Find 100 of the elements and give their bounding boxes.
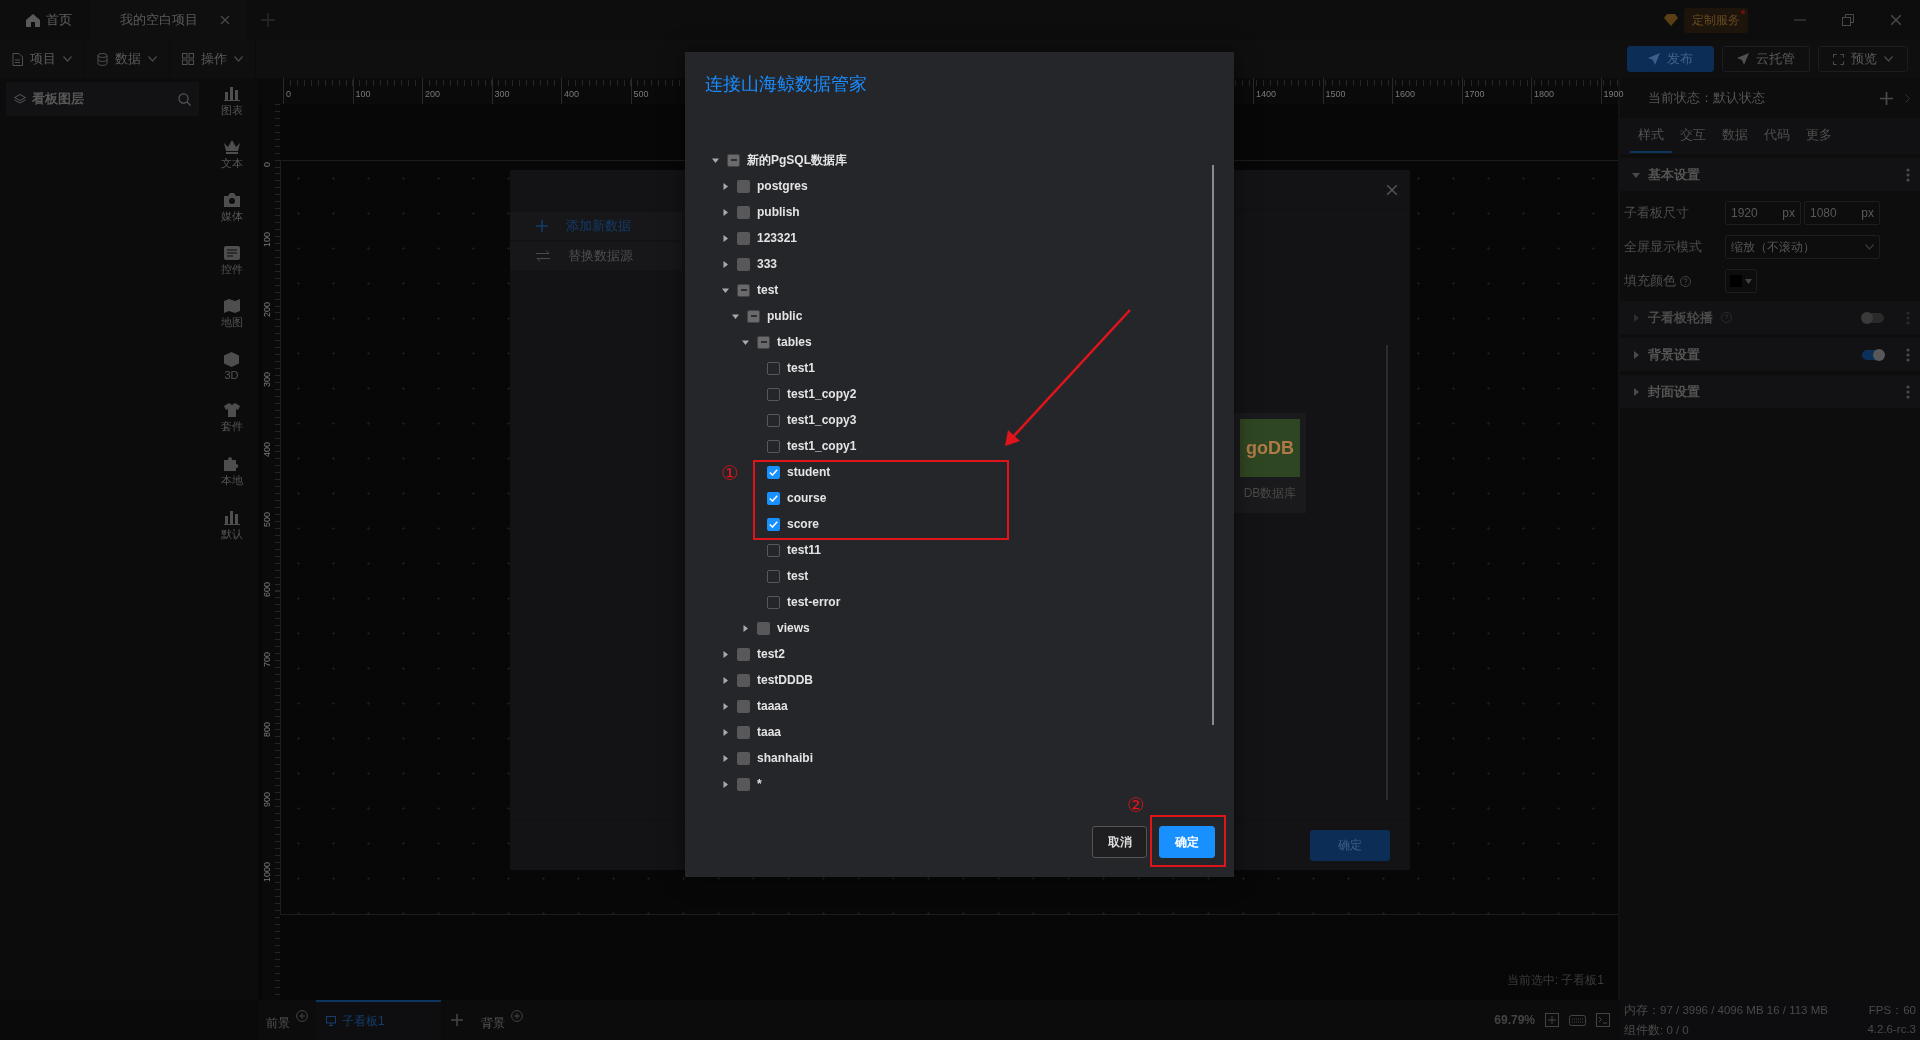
tab[interactable]: 数据 (1714, 118, 1756, 153)
more-options-icon[interactable] (1906, 167, 1910, 182)
checkbox[interactable] (737, 777, 750, 791)
caret-icon[interactable] (741, 338, 749, 346)
tree-item-label[interactable]: taaaa (757, 699, 788, 713)
tab[interactable]: 样式 (1630, 118, 1672, 153)
tree-item-label[interactable]: 新的PgSQL数据库 (747, 151, 847, 169)
tab[interactable]: 交互 (1672, 118, 1714, 153)
section-header[interactable]: 背景设置 (1620, 338, 1920, 371)
service-badge[interactable]: 定制服务 (1684, 7, 1748, 33)
section-header[interactable]: 封面设置 (1620, 375, 1920, 408)
terminal-icon[interactable] (1596, 1013, 1610, 1027)
caret-icon[interactable] (721, 182, 729, 190)
tree-item-label[interactable]: test11 (787, 543, 822, 557)
checkbox[interactable] (727, 153, 740, 167)
tree-item-label[interactable]: test (787, 569, 809, 583)
checkbox[interactable] (737, 283, 750, 297)
checkbox[interactable] (767, 595, 780, 609)
cancel-button[interactable]: 取消 (1092, 826, 1147, 858)
checkbox[interactable] (757, 621, 770, 635)
tree-item-label[interactable]: test1 (787, 361, 815, 375)
color-picker[interactable] (1725, 269, 1757, 293)
checkbox[interactable] (767, 387, 780, 401)
tree-item-label[interactable]: student (787, 465, 831, 479)
tree-item-label[interactable]: test-error (787, 595, 841, 609)
caret-icon[interactable] (721, 728, 729, 736)
tree-item-label[interactable]: 333 (757, 257, 778, 271)
component-category[interactable]: 3D (224, 352, 239, 381)
caret-icon[interactable] (721, 260, 729, 268)
fit-screen-icon[interactable] (1545, 1013, 1559, 1027)
caret-icon[interactable] (721, 286, 729, 294)
tree-item-label[interactable]: postgres (757, 179, 808, 193)
scrollbar[interactable] (1212, 165, 1214, 725)
preview-button[interactable]: 预览 (1818, 46, 1908, 72)
tree-item-label[interactable]: course (787, 491, 827, 505)
toggle-switch[interactable] (1862, 349, 1884, 360)
close-icon[interactable] (1890, 14, 1902, 26)
add-circle-icon[interactable] (296, 1010, 308, 1022)
tree-item-label[interactable]: test1_copy3 (787, 413, 857, 427)
tab[interactable]: 更多 (1798, 118, 1840, 153)
caret-icon[interactable] (721, 208, 729, 216)
tree-item-label[interactable]: tables (777, 335, 812, 349)
tree-item-label[interactable]: taaa (757, 725, 782, 739)
caret-icon[interactable] (721, 650, 729, 658)
caret-icon[interactable] (741, 624, 749, 632)
cloud-hosting-button[interactable]: 云托管 (1722, 46, 1810, 72)
checkbox[interactable] (767, 517, 780, 531)
component-category[interactable]: 本地 (220, 456, 243, 488)
checkbox[interactable] (737, 647, 750, 661)
tree-item-label[interactable]: score (787, 517, 820, 531)
tree-item-label[interactable]: shanhaibi (757, 751, 813, 765)
tree-item-label[interactable]: views (777, 621, 810, 635)
plus-icon[interactable] (1880, 91, 1893, 105)
tree-item-label[interactable]: test (757, 283, 779, 297)
tree-item-label[interactable]: 123321 (757, 231, 798, 245)
caret-icon[interactable] (721, 676, 729, 684)
tree-item-label[interactable]: testDDDB (757, 673, 813, 687)
close-icon[interactable] (1386, 183, 1398, 196)
checkbox[interactable] (737, 205, 750, 219)
caret-icon[interactable] (731, 312, 739, 320)
more-options-icon[interactable] (1906, 384, 1910, 399)
checkbox[interactable] (737, 699, 750, 713)
section-header[interactable]: 基本设置 (1620, 158, 1920, 191)
caret-icon[interactable] (721, 234, 729, 242)
tab[interactable]: 代码 (1756, 118, 1798, 153)
tree-item-label[interactable]: publish (757, 205, 800, 219)
component-category[interactable]: 文本 (220, 140, 243, 171)
search-icon[interactable] (178, 92, 191, 106)
checkbox[interactable] (767, 465, 780, 479)
checkbox[interactable] (767, 361, 780, 375)
add-circle-icon[interactable] (511, 1010, 523, 1022)
checkbox[interactable] (767, 569, 780, 583)
checkbox[interactable] (767, 543, 780, 557)
close-icon[interactable] (220, 15, 230, 25)
confirm-button[interactable]: 确定 (1159, 826, 1215, 858)
caret-icon[interactable] (721, 780, 729, 788)
component-category[interactable]: 默认 (220, 510, 243, 542)
tree-item-label[interactable]: test2 (757, 647, 785, 661)
checkbox[interactable] (737, 725, 750, 739)
caret-icon[interactable] (721, 754, 729, 762)
menu-item[interactable]: 添加新数据 (510, 212, 682, 240)
checkbox[interactable] (747, 309, 760, 323)
component-category[interactable]: 媒体 (220, 193, 243, 224)
checkbox[interactable] (737, 179, 750, 193)
checkbox[interactable] (737, 673, 750, 687)
checkbox[interactable] (737, 751, 750, 765)
checkbox[interactable] (737, 231, 750, 245)
component-category[interactable]: 地图 (220, 299, 243, 330)
height-input[interactable]: 1080 px (1804, 201, 1880, 225)
display-mode-dropdown[interactable]: 缩放（不滚动） (1725, 235, 1880, 259)
tree-item-label[interactable]: * (757, 777, 762, 791)
layer-label[interactable]: 前景 (266, 1010, 290, 1032)
caret-icon[interactable] (711, 156, 719, 164)
caret-icon[interactable] (721, 702, 729, 710)
more-options-icon[interactable] (1906, 347, 1910, 362)
component-category[interactable]: 图表 (220, 86, 243, 118)
checkbox[interactable] (767, 413, 780, 427)
restore-icon[interactable] (1842, 14, 1854, 26)
layer-label[interactable]: 背景 (481, 1010, 505, 1032)
tree-item-label[interactable]: test1_copy1 (787, 439, 857, 453)
